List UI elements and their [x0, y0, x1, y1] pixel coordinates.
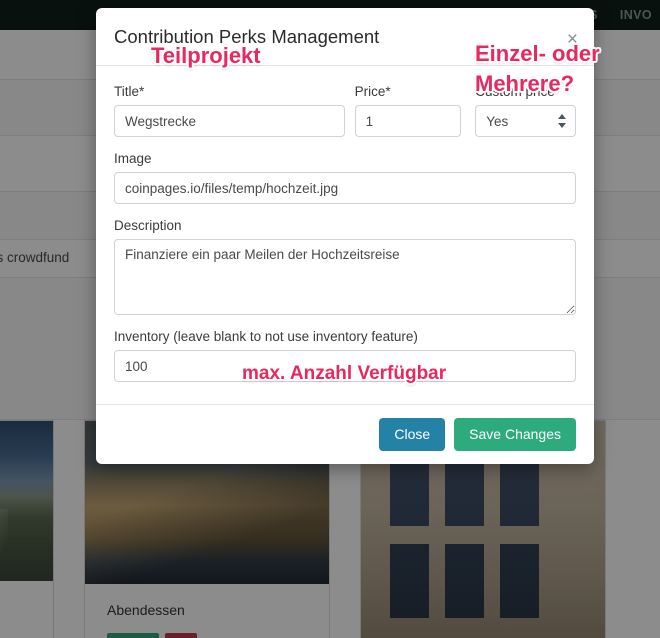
modal-footer: Close Save Changes: [96, 404, 594, 464]
screen: his crowdfund Abendessen ETS INVO Co: [0, 0, 660, 638]
field-group-image: Image: [114, 151, 576, 204]
price-label: Price*: [354, 84, 391, 99]
custom-price-select-wrapper: Yes No: [475, 105, 576, 137]
annotation-max-anzahl: max. Anzahl Verfügbar: [242, 363, 447, 384]
close-button[interactable]: Close: [379, 418, 446, 451]
title-input[interactable]: [114, 105, 345, 137]
modal-body: Title* Price* Custom price Yes No: [96, 66, 594, 404]
inventory-label: Inventory (leave blank to not use invent…: [114, 329, 418, 344]
field-group-description: Description Finanziere ein paar Meilen d…: [114, 218, 576, 315]
description-label: Description: [114, 218, 182, 233]
field-group-price: Price*: [354, 84, 462, 137]
annotation-einzel-oder: Einzel- oder: [475, 41, 600, 66]
save-changes-button[interactable]: Save Changes: [454, 418, 576, 451]
custom-price-select[interactable]: Yes No: [475, 105, 576, 137]
title-label: Title*: [114, 84, 145, 99]
image-label: Image: [114, 151, 152, 166]
field-group-title: Title*: [114, 84, 345, 137]
price-input[interactable]: [354, 105, 462, 137]
description-textarea[interactable]: Finanziere ein paar Meilen der Hochzeits…: [114, 239, 576, 315]
annotation-mehrere: Mehrere?: [475, 71, 575, 96]
image-input[interactable]: [114, 172, 576, 204]
annotation-teilprojekt: Teilprojekt: [151, 43, 261, 68]
